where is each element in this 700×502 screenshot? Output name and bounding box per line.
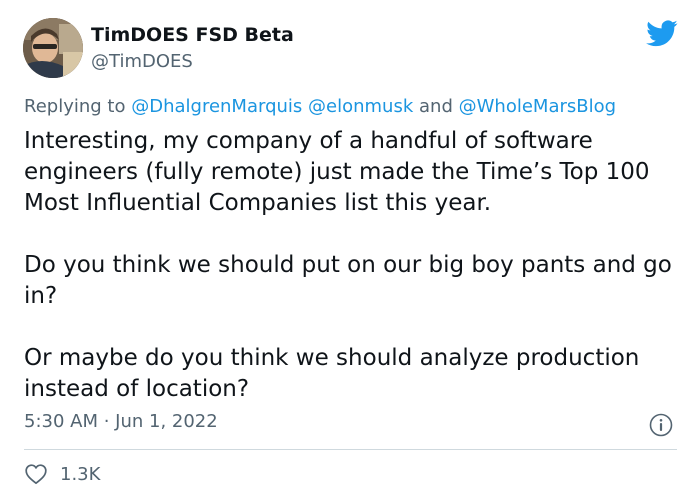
avatar[interactable] — [23, 18, 83, 78]
info-icon[interactable] — [649, 413, 673, 437]
reply-conjunction: and — [419, 96, 453, 117]
author-display-name[interactable]: TimDOES FSD Beta — [91, 24, 294, 46]
mention-link-elonmusk[interactable]: @elonmusk — [308, 96, 413, 117]
like-count: 1.3K — [60, 463, 101, 485]
divider — [24, 449, 677, 450]
tweet-paragraph: Or maybe do you think we should analyze … — [24, 345, 640, 402]
twitter-bird-icon[interactable] — [646, 20, 678, 47]
reply-prefix: Replying to — [24, 96, 126, 117]
reply-context: Replying to @DhalgrenMarquis @elonmusk a… — [24, 96, 616, 117]
tweet-timestamp[interactable]: 5:30 AM · Jun 1, 2022 — [24, 411, 218, 432]
author-handle[interactable]: @TimDOES — [91, 51, 193, 72]
tweet-card: TimDOES FSD Beta @TimDOES Replying to @D… — [0, 0, 700, 502]
tweet-body: Interesting, my company of a handful of … — [24, 126, 684, 405]
heart-icon — [25, 464, 47, 485]
mention-link-dhalgrenmarquis[interactable]: @DhalgrenMarquis — [131, 96, 302, 117]
mention-link-wholemarsblog[interactable]: @WholeMarsBlog — [459, 96, 616, 117]
tweet-paragraph: Do you think we should put on our big bo… — [24, 252, 672, 309]
avatar-image — [23, 18, 83, 78]
tweet-paragraph: Interesting, my company of a handful of … — [24, 128, 650, 216]
like-button[interactable]: 1.3K — [24, 462, 100, 486]
